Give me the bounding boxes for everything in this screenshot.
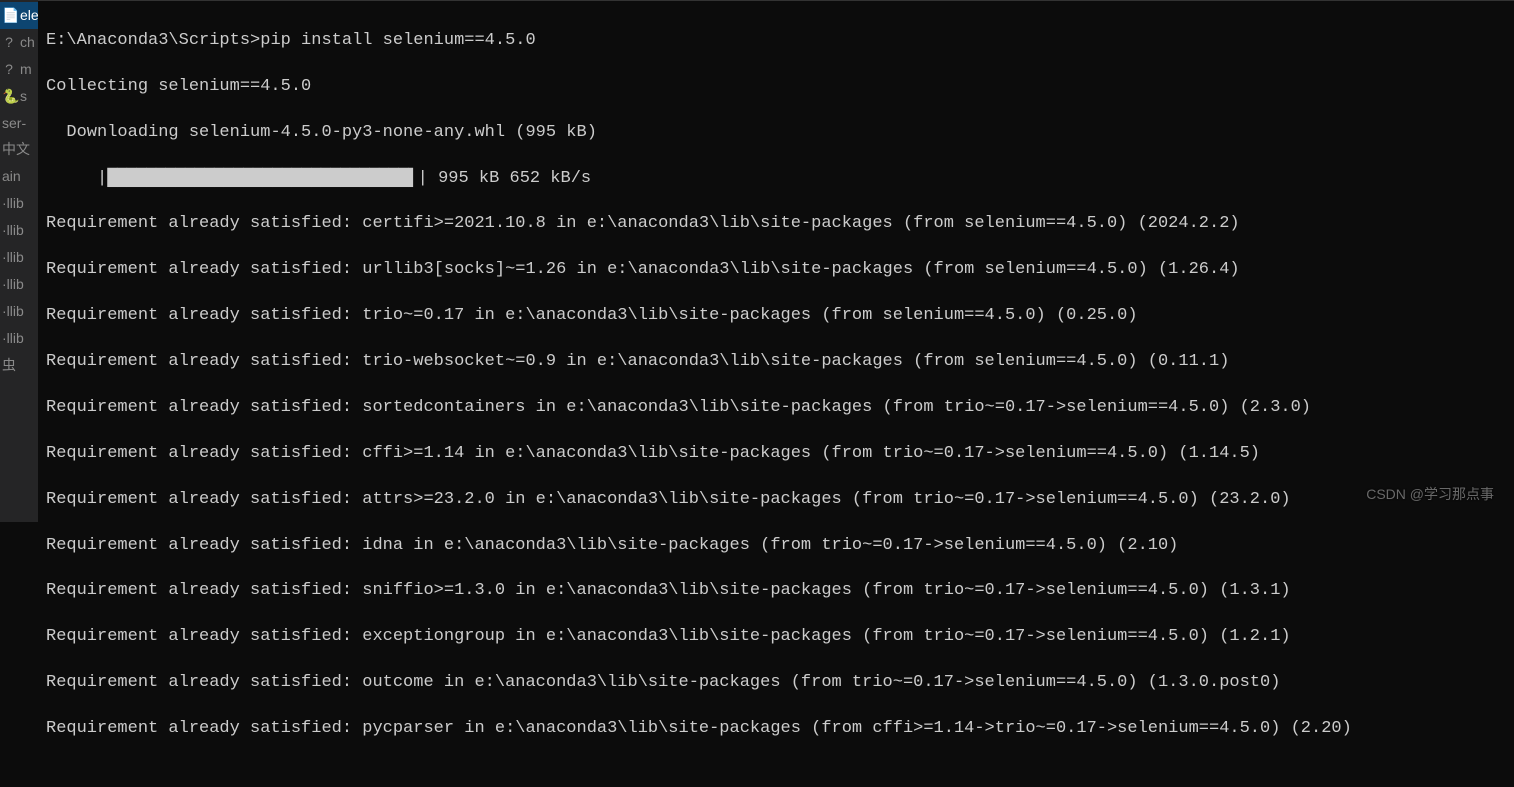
sidebar-item[interactable]: ain [0,163,38,190]
sidebar-item-label: 中文 [2,140,30,159]
terminal-line: Requirement already satisfied: trio~=0.1… [46,305,1506,328]
sidebar-item-label: ·llib [2,275,24,294]
progress-prefix: | [46,169,107,188]
file-icon: ? [2,60,16,79]
terminal-prompt-line: E:\Anaconda3\Scripts>pip install seleniu… [46,30,1506,53]
sidebar-item-label: ·llib [2,194,24,213]
terminal-line: Requirement already satisfied: certifi>=… [46,213,1506,236]
file-icon: ? [2,33,16,52]
sidebar-item-label: ·llib [2,302,24,321]
sidebar-item-label: ·llib [2,248,24,267]
sidebar-item[interactable]: 📄 elen [0,2,38,29]
terminal-line: Collecting selenium==4.5.0 [46,76,1506,99]
sidebar-item[interactable]: 中文 [0,136,38,163]
sidebar-item[interactable]: ? m [0,56,38,83]
sidebar-item-label: ch [20,33,35,52]
terminal-line: Requirement already satisfied: urllib3[s… [46,259,1506,282]
terminal-progress-line: |███████████████████████████████▌| 995 k… [46,168,1506,191]
terminal-line: Requirement already satisfied: sortedcon… [46,397,1506,420]
progress-bar: ███████████████████████████████▌ [107,169,417,188]
sidebar-item[interactable]: 虫 [0,352,38,379]
sidebar-item[interactable]: ser- [0,110,38,137]
sidebar-item[interactable]: ·llib [0,298,38,325]
terminal-output[interactable]: E:\Anaconda3\Scripts>pip install seleniu… [38,0,1514,522]
terminal-line: Requirement already satisfied: cffi>=1.1… [46,443,1506,466]
sidebar-item[interactable]: ·llib [0,325,38,352]
sidebar-item[interactable]: ? ch [0,29,38,56]
sidebar-item-label: ser- [2,114,26,133]
sidebar-item-label: 虫 [2,356,16,375]
terminal-line: Requirement already satisfied: outcome i… [46,672,1506,695]
progress-suffix: | 995 kB 652 kB/s [418,169,591,188]
editor-sidebar: 📄 elen ? ch ? m 🐍 s ser- 中文 ain ·llib ·l… [0,0,38,522]
terminal-line: Requirement already satisfied: attrs>=23… [46,489,1506,512]
sidebar-item-label: m [20,60,32,79]
terminal-line: Requirement already satisfied: trio-webs… [46,351,1506,374]
sidebar-item-label: elen [20,6,38,25]
sidebar-item-label: ·llib [2,329,24,348]
terminal-line: Requirement already satisfied: sniffio>=… [46,580,1506,603]
sidebar-item-label: s [20,87,27,106]
sidebar-item[interactable]: ·llib [0,271,38,298]
file-icon: 📄 [2,6,16,25]
terminal-prompt: E:\Anaconda3\Scripts> [46,31,260,50]
sidebar-item[interactable]: ·llib [0,217,38,244]
sidebar-item[interactable]: 🐍 s [0,83,38,110]
sidebar-item[interactable]: ·llib [0,190,38,217]
terminal-command: pip install selenium==4.5.0 [260,31,535,50]
watermark-text: CSDN @学习那点事 [1366,485,1494,504]
sidebar-item-label: ·llib [2,221,24,240]
terminal-line: Requirement already satisfied: idna in e… [46,535,1506,558]
terminal-line: Downloading selenium-4.5.0-py3-none-any.… [46,122,1506,145]
sidebar-item-label: ain [2,167,21,186]
sidebar-item[interactable]: ·llib [0,244,38,271]
terminal-line: Requirement already satisfied: pycparser… [46,718,1506,741]
python-icon: 🐍 [2,87,16,106]
terminal-line: Requirement already satisfied: exception… [46,626,1506,649]
